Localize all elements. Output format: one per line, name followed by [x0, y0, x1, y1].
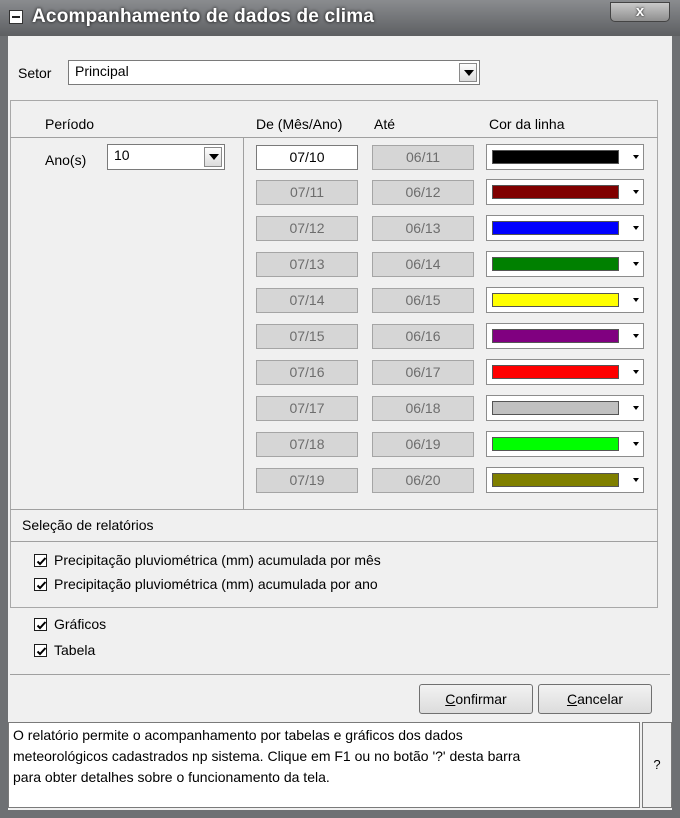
checkbox-label: Precipitação pluviométrica (mm) acumulad… [54, 552, 381, 568]
help-text-line: para obter detalhes sobre o funcionament… [13, 769, 330, 785]
ate-field: 06/13 [372, 216, 474, 241]
help-button[interactable]: ? [642, 722, 672, 808]
chevron-down-icon[interactable] [459, 63, 477, 82]
checkbox[interactable] [34, 578, 47, 591]
chevron-down-icon [633, 298, 639, 302]
line-color-select[interactable] [486, 287, 644, 313]
close-button[interactable]: x [610, 2, 670, 22]
color-swatch [492, 293, 619, 307]
de-field: 07/17 [256, 396, 358, 421]
ate-field: 06/11 [372, 145, 474, 170]
color-swatch [492, 365, 619, 379]
window-title: Acompanhamento de dados de clima [32, 6, 375, 27]
anos-label: Ano(s) [45, 152, 87, 168]
chevron-down-icon [633, 478, 639, 482]
anos-select[interactable]: 10 [107, 144, 225, 170]
color-swatch [492, 473, 619, 487]
relatorios-header-divider [10, 541, 658, 542]
de-field[interactable]: 07/10 [256, 145, 358, 170]
de-field: 07/18 [256, 432, 358, 457]
ate-field: 06/16 [372, 324, 474, 349]
de-field: 07/19 [256, 468, 358, 493]
cancel-label: ancelar [577, 691, 624, 707]
dialog-body: Setor Principal Período De (Mês/Ano) Até… [8, 36, 672, 810]
de-field: 07/16 [256, 360, 358, 385]
de-field: 07/11 [256, 180, 358, 205]
chevron-down-icon[interactable] [204, 147, 222, 167]
color-swatch [492, 221, 619, 235]
de-field: 07/12 [256, 216, 358, 241]
color-swatch [492, 185, 619, 199]
line-color-select[interactable] [486, 323, 644, 349]
checkbox-label: Tabela [54, 642, 96, 658]
color-swatch [492, 437, 619, 451]
chevron-down-icon [633, 334, 639, 338]
ate-field: 06/15 [372, 288, 474, 313]
checkbox[interactable] [34, 554, 47, 567]
color-swatch [492, 150, 619, 164]
anos-value: 10 [114, 147, 130, 163]
line-color-select[interactable] [486, 395, 644, 421]
line-color-select[interactable] [486, 359, 644, 385]
color-swatch [492, 401, 619, 415]
ate-field: 06/17 [372, 360, 474, 385]
checkbox-label: Precipitação pluviométrica (mm) acumulad… [54, 576, 378, 592]
title-bar[interactable]: Acompanhamento de dados de clima x [0, 0, 680, 36]
checkbox-label: Gráficos [54, 616, 107, 632]
de-field: 07/13 [256, 252, 358, 277]
relatorios-header: Seleção de relatórios [22, 517, 154, 533]
line-color-select[interactable] [486, 144, 644, 170]
checkbox[interactable] [34, 618, 47, 631]
chevron-down-icon [633, 370, 639, 374]
line-color-select[interactable] [486, 467, 644, 493]
chevron-down-icon [633, 155, 639, 159]
setor-label: Setor [18, 65, 52, 81]
line-color-select[interactable] [486, 215, 644, 241]
chevron-down-icon [633, 406, 639, 410]
de-field: 07/14 [256, 288, 358, 313]
periodo-column-divider [243, 137, 244, 509]
relatorios-top-divider [10, 509, 658, 510]
help-text-line: O relatório permite o acompanhamento por… [13, 727, 463, 743]
line-color-select[interactable] [486, 179, 644, 205]
dialog-window: Acompanhamento de dados de clima x Setor… [0, 0, 680, 818]
cancel-button[interactable]: Cancelar [538, 684, 652, 714]
setor-select[interactable]: Principal [68, 60, 480, 85]
color-swatch [492, 329, 619, 343]
chevron-down-icon [633, 226, 639, 230]
line-color-select[interactable] [486, 431, 644, 457]
confirm-label: onfirmar [455, 691, 507, 707]
cancel-mnemonic: C [566, 691, 578, 707]
de-field: 07/15 [256, 324, 358, 349]
help-text-box: O relatório permite o acompanhamento por… [8, 722, 640, 808]
chevron-down-icon [633, 442, 639, 446]
color-swatch [492, 257, 619, 271]
window-menu-icon[interactable] [9, 10, 23, 24]
ate-field: 06/20 [372, 468, 474, 493]
ate-field: 06/12 [372, 180, 474, 205]
ate-field: 06/19 [372, 432, 474, 457]
checkbox[interactable] [34, 644, 47, 657]
ate-field: 06/14 [372, 252, 474, 277]
button-area-divider [10, 674, 670, 675]
cor-header: Cor da linha [489, 116, 565, 132]
periodo-header: Período [45, 116, 95, 132]
ate-header: Até [374, 116, 396, 132]
chevron-down-icon [633, 190, 639, 194]
setor-value: Principal [75, 63, 129, 79]
chevron-down-icon [633, 262, 639, 266]
de-header: De (Mês/Ano) [256, 116, 343, 132]
periodo-header-divider [10, 137, 658, 138]
help-text-line: meteorológicos cadastrados np sistema. C… [13, 748, 521, 764]
confirm-button[interactable]: Confirmar [419, 684, 533, 714]
confirm-mnemonic: C [445, 691, 456, 707]
line-color-select[interactable] [486, 251, 644, 277]
ate-field: 06/18 [372, 396, 474, 421]
